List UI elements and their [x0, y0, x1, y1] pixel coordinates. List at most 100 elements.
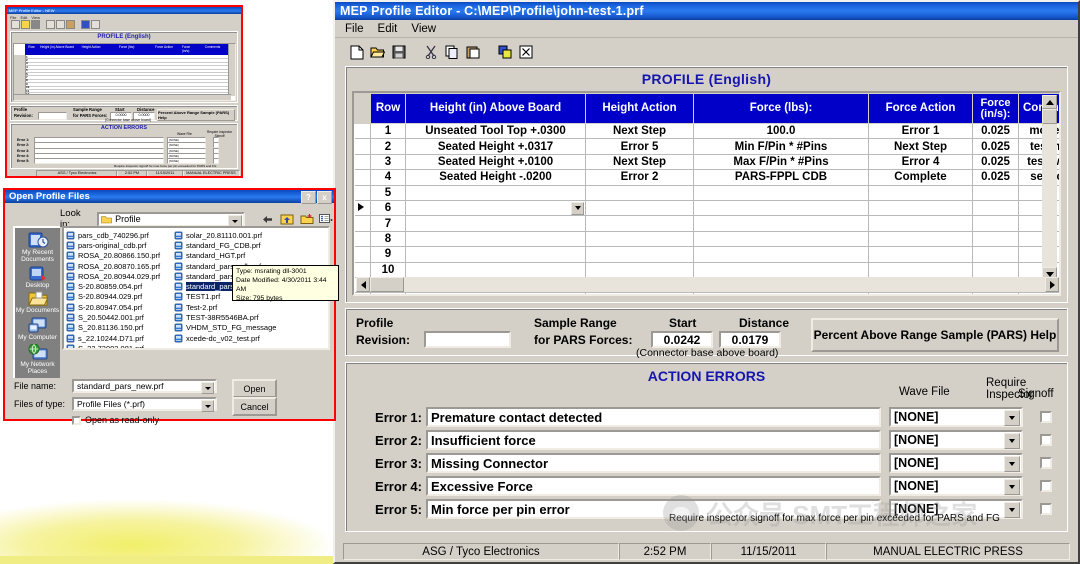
cell-height_action[interactable] — [586, 185, 694, 200]
thumbnail-duplicate-icon[interactable] — [81, 20, 90, 29]
back-arrow-icon[interactable] — [261, 212, 275, 226]
file-item[interactable]: S_20.50442.001.prf — [66, 312, 174, 322]
cell-rate[interactable]: 0.025 — [973, 124, 1019, 139]
cell-row[interactable]: 6 — [371, 200, 406, 215]
cell-row[interactable]: 1 — [371, 124, 406, 139]
wave-file-dropdown-button-1[interactable] — [1004, 410, 1020, 426]
file-item[interactable]: S-20.80859.054.prf — [66, 281, 174, 291]
grid-vertical-scrollbar[interactable] — [1042, 95, 1057, 281]
scroll-left-button[interactable] — [356, 277, 370, 292]
th-force-rate[interactable]: Force (in/s): — [973, 94, 1019, 124]
file-item[interactable]: ROSA_20.80866.150.prf — [66, 251, 174, 261]
cell-height_action[interactable] — [586, 200, 694, 215]
file-item[interactable]: ROSA_20.80870.165.prf — [66, 261, 174, 271]
error-text-input-2[interactable]: Insufficient force — [426, 430, 881, 450]
cell-force_action[interactable] — [869, 200, 973, 215]
cell-force_action[interactable]: Complete — [869, 170, 973, 185]
wave-file-combo-1[interactable]: [NONE] — [889, 407, 1023, 427]
open-folder-icon[interactable] — [368, 43, 387, 62]
menu-item-file[interactable]: File — [345, 23, 364, 35]
paste-icon[interactable] — [463, 43, 482, 62]
cell-height_action[interactable] — [586, 231, 694, 246]
row-selector[interactable] — [355, 200, 371, 215]
cell-force_action[interactable] — [869, 247, 973, 262]
row-selector[interactable] — [355, 216, 371, 231]
table-row[interactable]: 9 — [355, 247, 1062, 262]
th-force-action[interactable]: Force Action — [869, 94, 973, 124]
read-only-checkbox[interactable] — [72, 416, 81, 425]
wave-file-dropdown-button-3[interactable] — [1004, 456, 1020, 472]
cancel-button[interactable]: Cancel — [232, 397, 277, 416]
signoff-checkbox-4[interactable] — [1040, 480, 1052, 492]
cell-row[interactable]: 10 — [371, 262, 406, 277]
place-my-documents[interactable]: My Documents — [15, 291, 60, 315]
save-disk-icon[interactable] — [389, 43, 408, 62]
thumbnail-cut-icon[interactable] — [46, 20, 55, 29]
file-item[interactable]: xcede-dc_v02_test.prf — [174, 333, 282, 343]
table-row[interactable]: 6 — [355, 200, 1062, 215]
cell-rate[interactable] — [973, 200, 1019, 215]
wave-file-combo-4[interactable]: [NONE] — [889, 476, 1023, 496]
cell-height[interactable]: Seated Height +.0317 — [406, 139, 586, 154]
cell-force_action[interactable]: Error 4 — [869, 154, 973, 169]
file-name-input[interactable]: standard_pars_new.prf — [72, 379, 217, 393]
th-height-action[interactable]: Height Action — [586, 94, 694, 124]
cell-height[interactable] — [406, 293, 586, 296]
scroll-right-button[interactable] — [1045, 277, 1059, 292]
error-text-input-4[interactable]: Excessive Force — [426, 476, 881, 496]
row-selector[interactable] — [355, 139, 371, 154]
place-my-recent-documents[interactable]: My RecentDocuments — [15, 231, 60, 264]
table-row[interactable]: 4Seated Height -.0200Error 2PARS-FPPL CD… — [355, 170, 1062, 185]
cell-row[interactable]: 2 — [371, 139, 406, 154]
cell-height_action[interactable]: Error 2 — [586, 170, 694, 185]
cell-row[interactable]: 5 — [371, 185, 406, 200]
table-row[interactable]: 5 — [355, 185, 1062, 200]
file-item[interactable]: S-20.80947.054.prf — [66, 302, 174, 312]
cell-rate[interactable] — [973, 262, 1019, 277]
thumbnail-menu-edit[interactable]: Edit — [20, 15, 27, 20]
thumbnail-copy-icon[interactable] — [56, 20, 65, 29]
cell-force[interactable] — [694, 231, 869, 246]
delete-x-icon[interactable] — [516, 43, 535, 62]
row-selector[interactable] — [355, 247, 371, 262]
thumbnail-new-file-icon[interactable] — [11, 20, 20, 29]
row-selector[interactable] — [355, 231, 371, 246]
cell-rate[interactable] — [973, 185, 1019, 200]
table-row[interactable]: 8 — [355, 231, 1062, 246]
cell-rate[interactable] — [973, 247, 1019, 262]
close-icon[interactable]: x — [317, 191, 332, 204]
cell-rate[interactable]: 0.025 — [973, 154, 1019, 169]
row-selector[interactable] — [355, 170, 371, 185]
cell-force_action[interactable]: Next Step — [869, 139, 973, 154]
open-profile-files-dialog[interactable]: Open Profile Files ? x Look in: Profile — [3, 188, 336, 421]
cell-force_action[interactable] — [869, 216, 973, 231]
thumbnail-save-disk-icon[interactable] — [31, 20, 40, 29]
menu-item-edit[interactable]: Edit — [378, 23, 398, 35]
file-item[interactable]: S_20.81136.150.prf — [66, 323, 174, 333]
table-row[interactable]: 7 — [355, 216, 1062, 231]
look-in-combo[interactable]: Profile — [97, 212, 245, 227]
cell-row[interactable]: 3 — [371, 154, 406, 169]
cell-row[interactable]: 8 — [371, 231, 406, 246]
thumbnail-profile-editor-window[interactable]: MEP Profile Editor - NEW File Edit View … — [5, 5, 243, 178]
signoff-checkbox-1[interactable] — [1040, 411, 1052, 423]
thumbnail-menu-view[interactable]: View — [31, 15, 40, 20]
row-selector[interactable] — [355, 185, 371, 200]
wave-file-combo-3[interactable]: [NONE] — [889, 453, 1023, 473]
thumbnail-grid-hscroll[interactable] — [14, 94, 231, 100]
help-question-icon[interactable]: ? — [301, 191, 316, 204]
th-height[interactable]: Height (in) Above Board — [406, 94, 586, 124]
profile-grid[interactable]: Row Height (in) Above Board Height Actio… — [352, 91, 1061, 296]
cell-row[interactable]: 4 — [371, 170, 406, 185]
scroll-thumb-vertical[interactable] — [1042, 109, 1057, 124]
scroll-track-horizontal[interactable] — [370, 277, 1045, 292]
cell-height[interactable]: Unseated Tool Top +.0300 — [406, 124, 586, 139]
up-folder-icon[interactable] — [280, 212, 294, 226]
file-name-dropdown-button[interactable] — [201, 382, 214, 394]
cell-force[interactable]: Max F/Pin * #Pins — [694, 154, 869, 169]
table-row[interactable]: 2Seated Height +.0317Error 5Min F/Pin * … — [355, 139, 1062, 154]
cell-force_action[interactable] — [869, 185, 973, 200]
cell-force[interactable] — [694, 262, 869, 277]
wave-file-combo-2[interactable]: [NONE] — [889, 430, 1023, 450]
cell-force[interactable] — [694, 247, 869, 262]
